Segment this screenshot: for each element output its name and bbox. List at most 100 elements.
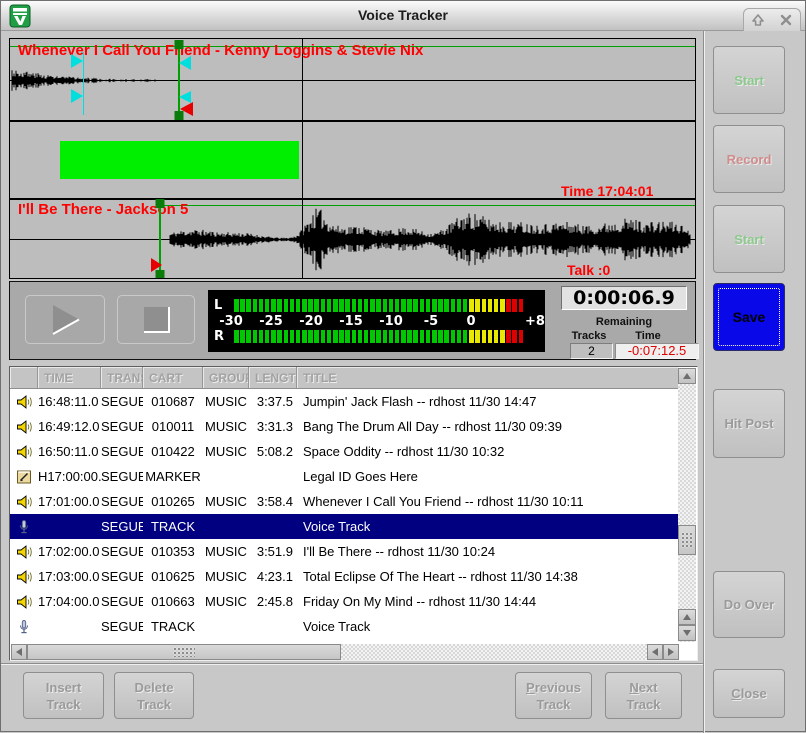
column-header-icon[interactable]	[10, 367, 38, 389]
title-bar[interactable]: Voice Tracker	[1, 1, 805, 31]
meter-segment	[259, 330, 264, 343]
row-group-cell	[203, 464, 249, 489]
vertical-scrollbar[interactable]	[678, 368, 696, 642]
row-length-cell: 3:58.4	[249, 489, 297, 514]
table-row[interactable]: 17:02:00.0SEGUE010353MUSIC3:51.9I'll Be …	[10, 539, 678, 564]
scroll-up-button[interactable]	[678, 368, 696, 384]
table-row[interactable]: H17:00:00.0SEGUEMARKERLegal ID Goes Here	[10, 464, 678, 489]
speaker-icon	[16, 544, 33, 560]
row-group-cell	[203, 514, 249, 539]
meter-segment	[327, 330, 332, 343]
talk-readout-label: Talk :0	[567, 262, 610, 278]
scroll-down-button[interactable]	[678, 625, 696, 641]
track-list-body: 16:48:11.0SEGUE010687MUSIC3:37.5Jumpin' …	[10, 389, 678, 643]
row-cart-cell: 010687	[143, 389, 203, 414]
row-length-cell: 4:23.1	[249, 564, 297, 589]
scroll-up-button-2[interactable]	[678, 609, 696, 625]
row-title-cell: Space Oddity -- rdhost 11/30 10:32	[297, 439, 678, 464]
table-row[interactable]: 16:49:12.0SEGUE010011MUSIC3:31.3Bang The…	[10, 414, 678, 439]
meter-segment	[469, 330, 474, 343]
column-header-title[interactable]: TITLE	[297, 367, 678, 389]
meter-segment	[512, 330, 517, 343]
scroll-left-button-2[interactable]	[647, 644, 663, 660]
table-row[interactable]: 17:04:00.0SEGUE010663MUSIC2:45.8Friday O…	[10, 589, 678, 614]
next-track-button[interactable]: Next Track	[605, 672, 682, 719]
voice-track-region[interactable]	[60, 141, 299, 179]
stop-button[interactable]	[117, 295, 195, 344]
start-2-button[interactable]: Start	[713, 205, 785, 273]
row-title-cell: Whenever I Call You Friend -- rdhost 11/…	[297, 489, 678, 514]
horizontal-scrollbar[interactable]	[11, 644, 679, 660]
row-cart-cell: 010265	[143, 489, 203, 514]
meter-segment	[259, 299, 264, 312]
table-row[interactable]: 17:01:00.0SEGUE010265MUSIC3:58.4Whenever…	[10, 489, 678, 514]
meter-segment	[253, 330, 258, 343]
start-1-button[interactable]: Start	[713, 46, 785, 114]
meter-segment	[420, 330, 425, 343]
meter-segment	[271, 299, 276, 312]
meter-segment	[302, 330, 307, 343]
delete-track-button[interactable]: Delete Track	[114, 672, 194, 719]
stop-icon	[118, 296, 194, 343]
close-window-button[interactable]	[777, 12, 795, 28]
column-header-length[interactable]: LENGTH	[249, 367, 297, 389]
up-arrow-icon	[683, 614, 691, 620]
table-row[interactable]: 16:50:11.0SEGUE010422MUSIC5:08.2Space Od…	[10, 439, 678, 464]
column-header-group[interactable]: GROUP	[203, 367, 249, 389]
meter-segment	[432, 299, 437, 312]
row-type-icon-cell	[10, 489, 38, 514]
meter-scale-tick: -30	[219, 314, 243, 329]
close-button[interactable]: Close	[713, 669, 785, 718]
meter-segment	[500, 330, 505, 343]
meter-segment	[240, 299, 245, 312]
meter-segment	[284, 299, 289, 312]
row-group-cell: MUSIC	[203, 389, 249, 414]
log-event-table: TIME TRANS CART GROUP LENGTH TITLE 16:48…	[9, 366, 698, 661]
play-button[interactable]	[25, 295, 105, 344]
meter-segment	[389, 330, 394, 343]
row-time-cell	[38, 614, 101, 639]
row-trans-cell: SEGUE	[101, 489, 143, 514]
previous-track-button[interactable]: Previous Track	[515, 672, 592, 719]
table-row[interactable]: SEGUETRACKVoice Track	[10, 614, 678, 639]
do-over-button[interactable]: Do Over	[713, 571, 785, 638]
meter-segment	[482, 299, 487, 312]
scroll-right-button[interactable]	[663, 644, 679, 660]
table-row[interactable]: SEGUETRACKVoice Track	[10, 514, 678, 539]
meter-segment	[506, 330, 511, 343]
meter-segment	[290, 330, 295, 343]
table-row[interactable]: 16:48:11.0SEGUE010687MUSIC3:37.5Jumpin' …	[10, 389, 678, 414]
column-header-time[interactable]: TIME	[38, 367, 101, 389]
meter-segment	[246, 299, 251, 312]
shade-window-button[interactable]	[749, 12, 767, 28]
bottom-panel-divider	[1, 663, 703, 665]
meter-segment	[271, 330, 276, 343]
waveform-editor[interactable]: Whenever I Call You Friend - Kenny Loggi…	[9, 38, 696, 279]
hit-post-button[interactable]: Hit Post	[713, 389, 785, 458]
meter-segment	[407, 299, 412, 312]
column-header-trans[interactable]: TRANS	[101, 367, 143, 389]
horizontal-scroll-thumb[interactable]	[27, 644, 341, 660]
meter-segment	[469, 299, 474, 312]
vertical-scroll-thumb[interactable]	[678, 525, 696, 555]
scroll-left-button[interactable]	[11, 644, 27, 660]
meter-segment	[420, 299, 425, 312]
insert-track-button[interactable]: Insert Track	[23, 672, 104, 719]
meter-segment	[389, 299, 394, 312]
remaining-tracks-value: 2	[570, 343, 613, 359]
meter-segment	[401, 330, 406, 343]
meter-segment	[463, 299, 468, 312]
voice-tracker-window: Voice Tracker Whenever I Call You Friend…	[0, 0, 806, 732]
record-button[interactable]: Record	[713, 125, 785, 193]
meter-segment	[494, 299, 499, 312]
track1-title: Whenever I Call You Friend - Kenny Loggi…	[18, 42, 423, 59]
meter-segment	[444, 330, 449, 343]
row-type-icon-cell	[10, 539, 38, 564]
meter-segment	[407, 330, 412, 343]
row-trans-cell: SEGUE	[101, 564, 143, 589]
meter-segment	[352, 330, 357, 343]
save-button[interactable]: Save	[713, 283, 785, 351]
table-row[interactable]: 17:03:00.0SEGUE010625MUSIC4:23.1Total Ec…	[10, 564, 678, 589]
column-header-cart[interactable]: CART	[143, 367, 203, 389]
row-length-cell: 3:37.5	[249, 389, 297, 414]
